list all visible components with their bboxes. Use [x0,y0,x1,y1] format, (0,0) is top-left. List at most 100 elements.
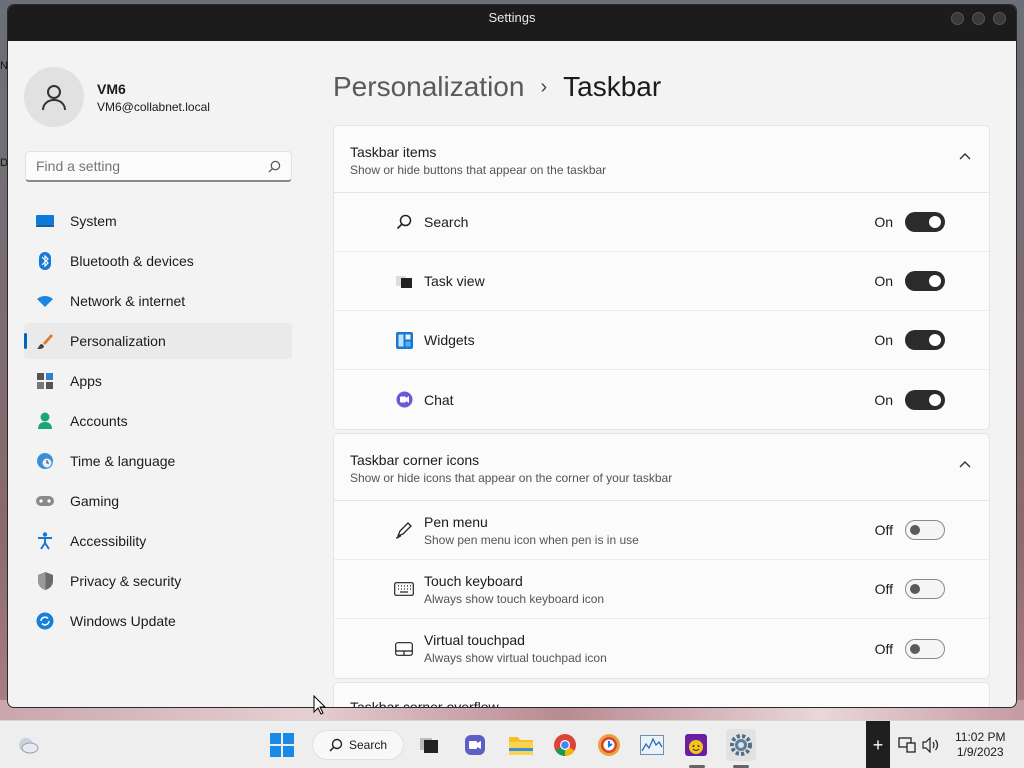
person-icon [36,412,54,430]
messenger-app-icon [685,734,707,756]
keyboard-icon [394,579,414,599]
settings-window: Settings VM6 VM6@collabnet.local Find a … [8,5,1016,707]
sidebar-item-bluetooth[interactable]: Bluetooth & devices [24,243,292,279]
desktop-icon-edge[interactable]: N [0,60,8,72]
sidebar-item-personalization[interactable]: Personalization [24,323,292,359]
sidebar-item-label: System [70,213,117,229]
toggle-state: On [874,273,893,289]
resource-monitor-button[interactable] [638,729,666,761]
accessibility-icon [36,532,54,550]
breadcrumb-parent[interactable]: Personalization [333,71,524,103]
toggle-state: On [874,332,893,348]
section-title: Taskbar corner icons [350,452,480,468]
network-icon[interactable] [896,729,918,761]
chrome-button[interactable] [551,729,579,761]
sidebar-item-system[interactable]: System [24,203,292,239]
title-bar[interactable]: Settings [8,5,1016,41]
toggle-state: On [874,214,893,230]
taskbar-items-section: Taskbar items Show or hide buttons that … [333,125,990,430]
sidebar-item-apps[interactable]: Apps [24,363,292,399]
search-input[interactable] [36,158,268,174]
shield-icon [36,572,54,590]
profile-email: VM6@collabnet.local [97,99,210,114]
task-view-icon [394,271,414,291]
pen-menu-toggle[interactable] [905,520,945,540]
page-title: Taskbar [563,71,662,102]
minimize-button[interactable] [951,12,964,25]
chat-icon [465,735,485,755]
chevron-right-icon: › [540,75,548,98]
toggle-state: Off [874,640,893,657]
setting-row-pen-menu: Pen menu Show pen menu icon when pen is … [334,501,989,560]
task-view-icon [420,738,438,753]
sidebar-item-label: Windows Update [70,613,176,629]
sidebar-item-network[interactable]: Network & internet [24,283,292,319]
section-title: Taskbar items [350,144,437,160]
sidebar-item-label: Bluetooth & devices [70,253,194,269]
windows-logo-icon [270,733,294,757]
add-button[interactable]: + [866,721,890,768]
weather-widget-icon[interactable] [14,729,42,761]
setting-row-touch-keyboard: Touch keyboard Always show touch keyboar… [334,560,989,619]
volume-icon[interactable] [920,729,942,761]
apps-icon [36,372,54,390]
sidebar-item-accounts[interactable]: Accounts [24,403,292,439]
taskbar-search-button[interactable]: Search [312,730,404,760]
browser-icon [598,734,620,756]
person-icon [42,85,66,111]
clock-globe-icon [36,452,54,470]
user-profile[interactable]: VM6 VM6@collabnet.local [24,67,210,127]
task-view-toggle[interactable] [905,271,945,291]
section-header[interactable]: Taskbar items Show or hide buttons that … [334,126,989,193]
task-view-button[interactable] [418,729,442,761]
file-explorer-button[interactable] [507,729,535,761]
sidebar-item-privacy[interactable]: Privacy & security [24,563,292,599]
taskbar-corner-overflow-section[interactable]: Taskbar corner overflow [333,682,990,707]
section-header[interactable]: Taskbar corner icons Show or hide icons … [334,434,989,501]
profile-name: VM6 [97,80,126,97]
chrome-icon [554,734,576,756]
system-clock[interactable]: 11:02 PM 1/9/2023 [955,730,1005,760]
desktop-icon-edge[interactable]: D [0,157,8,169]
start-button[interactable] [268,729,296,761]
sidebar-item-label: Privacy & security [70,573,182,589]
chevron-up-icon[interactable] [959,152,971,160]
chevron-up-icon[interactable] [959,460,971,468]
setting-row-search: Search On [334,193,989,252]
messenger-app-button[interactable] [682,729,710,761]
settings-app-button[interactable] [726,729,756,761]
browser-app-button[interactable] [595,729,623,761]
window-title: Settings [488,10,536,25]
settings-search[interactable] [25,151,292,182]
clock-time: 11:02 PM [955,730,1006,744]
sidebar-item-label: Accessibility [70,533,147,549]
touch-keyboard-toggle[interactable] [905,579,945,599]
sidebar-item-label: Personalization [70,333,166,349]
widgets-icon [394,330,414,350]
touchpad-icon [394,639,414,659]
sidebar-item-accessibility[interactable]: Accessibility [24,523,292,559]
toggle-state: On [874,391,893,408]
widgets-toggle[interactable] [905,330,945,350]
pen-icon [394,520,414,540]
sidebar-item-label: Accounts [70,413,128,429]
row-description: Show pen menu icon when pen is in use [424,532,639,547]
avatar[interactable] [24,67,84,127]
virtual-touchpad-toggle[interactable] [905,638,945,659]
sidebar-item-gaming[interactable]: Gaming [24,483,292,519]
search-toggle[interactable] [905,212,945,232]
chat-toggle[interactable] [905,389,945,410]
taskbar: Search + 11:02 PM 1/9/2023 [0,720,1024,768]
setting-row-task-view: Task view On [334,252,989,311]
row-description: Always show virtual touchpad icon [424,651,607,665]
gear-icon [730,734,752,756]
row-description: Always show touch keyboard icon [424,591,605,606]
section-title: Taskbar corner overflow [350,699,499,707]
update-icon [36,612,54,630]
sidebar-item-windows-update[interactable]: Windows Update [24,603,292,639]
teams-chat-button[interactable] [462,729,488,761]
maximize-button[interactable] [972,12,985,25]
breadcrumb: Personalization › Taskbar [333,71,661,103]
close-button[interactable] [993,12,1006,25]
sidebar-item-time-language[interactable]: Time & language [24,443,292,479]
